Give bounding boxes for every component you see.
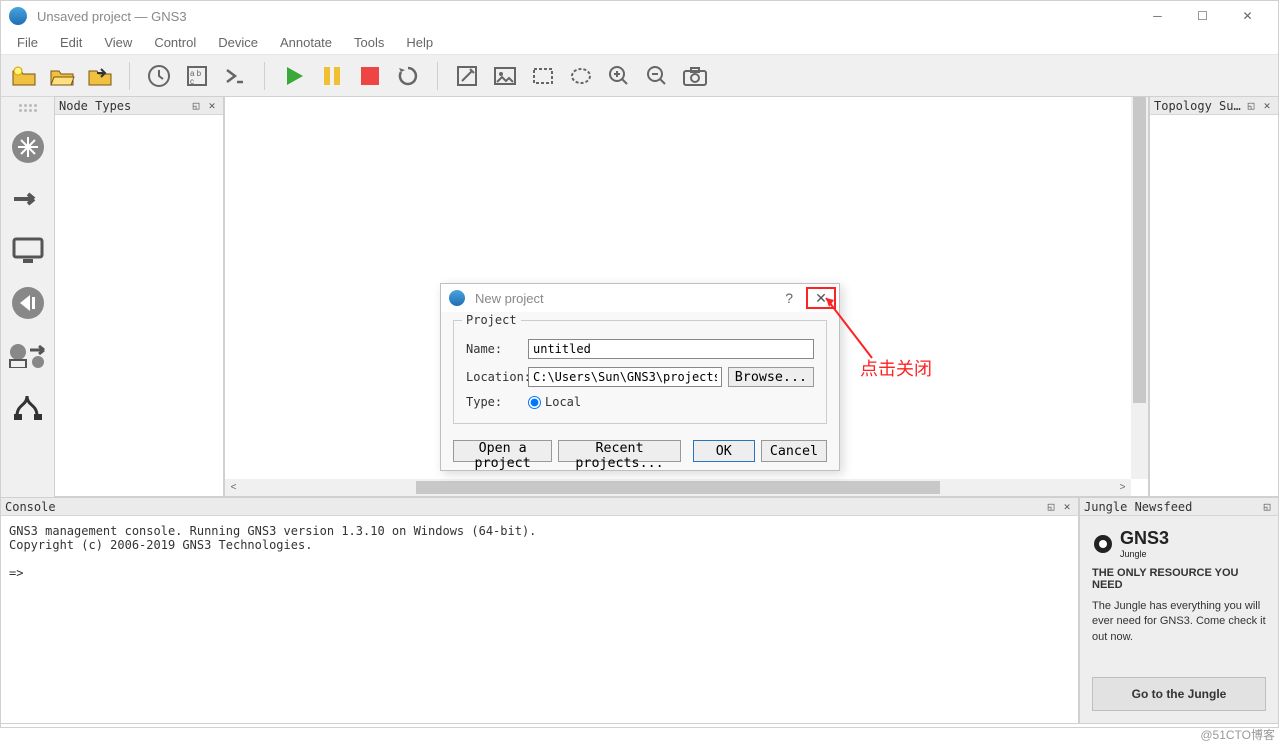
close-panel-icon[interactable]: ✕ bbox=[1060, 500, 1074, 514]
undock-icon[interactable]: ◱ bbox=[1044, 500, 1058, 514]
end-devices-icon[interactable] bbox=[8, 231, 48, 271]
routers-icon[interactable] bbox=[8, 127, 48, 167]
annotate-note-icon[interactable] bbox=[452, 61, 482, 91]
watermark: @51CTO博客 bbox=[1200, 726, 1275, 743]
add-link-icon[interactable] bbox=[8, 387, 48, 427]
horizontal-scrollbar[interactable]: < > bbox=[225, 479, 1131, 496]
undock-icon[interactable]: ◱ bbox=[1260, 500, 1274, 514]
node-types-title: Node Types bbox=[59, 99, 131, 113]
security-devices-icon[interactable] bbox=[8, 283, 48, 323]
open-project-button[interactable]: Open a project bbox=[453, 440, 552, 462]
console-title: Console bbox=[5, 500, 56, 514]
zoom-in-icon[interactable] bbox=[604, 61, 634, 91]
annotation-text: 点击关闭 bbox=[860, 355, 932, 381]
console-output[interactable]: GNS3 management console. Running GNS3 ve… bbox=[1, 516, 1078, 723]
cancel-button[interactable]: Cancel bbox=[761, 440, 827, 462]
undock-icon[interactable]: ◱ bbox=[189, 99, 203, 113]
node-types-panel: Node Types ◱ ✕ bbox=[54, 96, 224, 497]
newsfeed-logo-sub: Jungle bbox=[1120, 549, 1169, 559]
window-title: Unsaved project — GNS3 bbox=[37, 9, 187, 24]
console-panel: Console ◱ ✕ GNS3 management console. Run… bbox=[0, 497, 1079, 724]
menu-view[interactable]: View bbox=[94, 32, 142, 53]
app-icon bbox=[9, 7, 27, 25]
device-toolbar bbox=[1, 97, 55, 497]
close-panel-icon[interactable]: ✕ bbox=[205, 99, 219, 113]
location-label: Location: bbox=[466, 370, 528, 384]
titlebar: Unsaved project — GNS3 ─ ☐ ✕ bbox=[1, 1, 1278, 31]
screenshot-icon[interactable] bbox=[680, 61, 710, 91]
menu-annotate[interactable]: Annotate bbox=[270, 32, 342, 53]
type-label: Type: bbox=[466, 395, 528, 409]
pause-all-icon[interactable] bbox=[317, 61, 347, 91]
menu-help[interactable]: Help bbox=[396, 32, 443, 53]
go-to-jungle-button[interactable]: Go to the Jungle bbox=[1092, 677, 1266, 711]
toolbar: a bc bbox=[1, 55, 1278, 97]
start-all-icon[interactable] bbox=[279, 61, 309, 91]
close-panel-icon[interactable]: ✕ bbox=[1260, 99, 1274, 113]
newsfeed-logo-text: GNS3 bbox=[1120, 528, 1169, 549]
browse-button[interactable]: Browse... bbox=[728, 367, 814, 387]
project-name-input[interactable] bbox=[528, 339, 814, 359]
ellipse-icon[interactable] bbox=[566, 61, 596, 91]
show-connections-icon[interactable]: a bc bbox=[182, 61, 212, 91]
menu-control[interactable]: Control bbox=[144, 32, 206, 53]
recent-projects-button[interactable]: Recent projects... bbox=[558, 440, 681, 462]
dialog-title: New project bbox=[475, 291, 544, 306]
open-project-icon[interactable] bbox=[47, 61, 77, 91]
close-button[interactable]: ✕ bbox=[1225, 2, 1270, 30]
type-local-radio[interactable] bbox=[528, 396, 541, 409]
topology-summary-panel: Topology Su… ◱ ✕ bbox=[1149, 96, 1279, 497]
menu-edit[interactable]: Edit bbox=[50, 32, 92, 53]
reload-all-icon[interactable] bbox=[393, 61, 423, 91]
snapshot-icon[interactable] bbox=[144, 61, 174, 91]
stop-all-icon[interactable] bbox=[355, 61, 385, 91]
minimize-button[interactable]: ─ bbox=[1135, 2, 1180, 30]
topology-summary-title: Topology Su… bbox=[1154, 99, 1241, 113]
menu-tools[interactable]: Tools bbox=[344, 32, 394, 53]
jungle-logo: GNS3 Jungle bbox=[1092, 528, 1266, 559]
vertical-scrollbar[interactable] bbox=[1131, 97, 1148, 479]
zoom-out-icon[interactable] bbox=[642, 61, 672, 91]
menu-device[interactable]: Device bbox=[208, 32, 268, 53]
menubar: File Edit View Control Device Annotate T… bbox=[1, 31, 1278, 55]
name-label: Name: bbox=[466, 342, 528, 356]
undock-icon[interactable]: ◱ bbox=[1244, 99, 1258, 113]
newsfeed-body: The Jungle has everything you will ever … bbox=[1092, 599, 1266, 645]
new-project-dialog: New project ? ✕ Project Name: Location: … bbox=[440, 283, 840, 471]
help-icon[interactable]: ? bbox=[785, 290, 793, 306]
maximize-button[interactable]: ☐ bbox=[1180, 2, 1225, 30]
console-icon[interactable] bbox=[220, 61, 250, 91]
group-legend: Project bbox=[462, 313, 521, 327]
all-devices-icon[interactable] bbox=[8, 335, 48, 375]
new-project-icon[interactable] bbox=[9, 61, 39, 91]
menu-file[interactable]: File bbox=[7, 32, 48, 53]
type-local-label: Local bbox=[545, 395, 581, 409]
newsfeed-panel: Jungle Newsfeed ◱ GNS3 Jungle THE ONLY R… bbox=[1079, 497, 1279, 724]
newsfeed-title: Jungle Newsfeed bbox=[1084, 500, 1192, 514]
project-location-input[interactable] bbox=[528, 367, 722, 387]
rectangle-icon[interactable] bbox=[528, 61, 558, 91]
app-icon bbox=[449, 290, 465, 306]
save-project-icon[interactable] bbox=[85, 61, 115, 91]
switches-icon[interactable] bbox=[8, 179, 48, 219]
insert-image-icon[interactable] bbox=[490, 61, 520, 91]
ok-button[interactable]: OK bbox=[693, 440, 755, 462]
svg-text:c: c bbox=[190, 77, 194, 86]
newsfeed-headline: THE ONLY RESOURCE YOU NEED bbox=[1092, 567, 1266, 591]
